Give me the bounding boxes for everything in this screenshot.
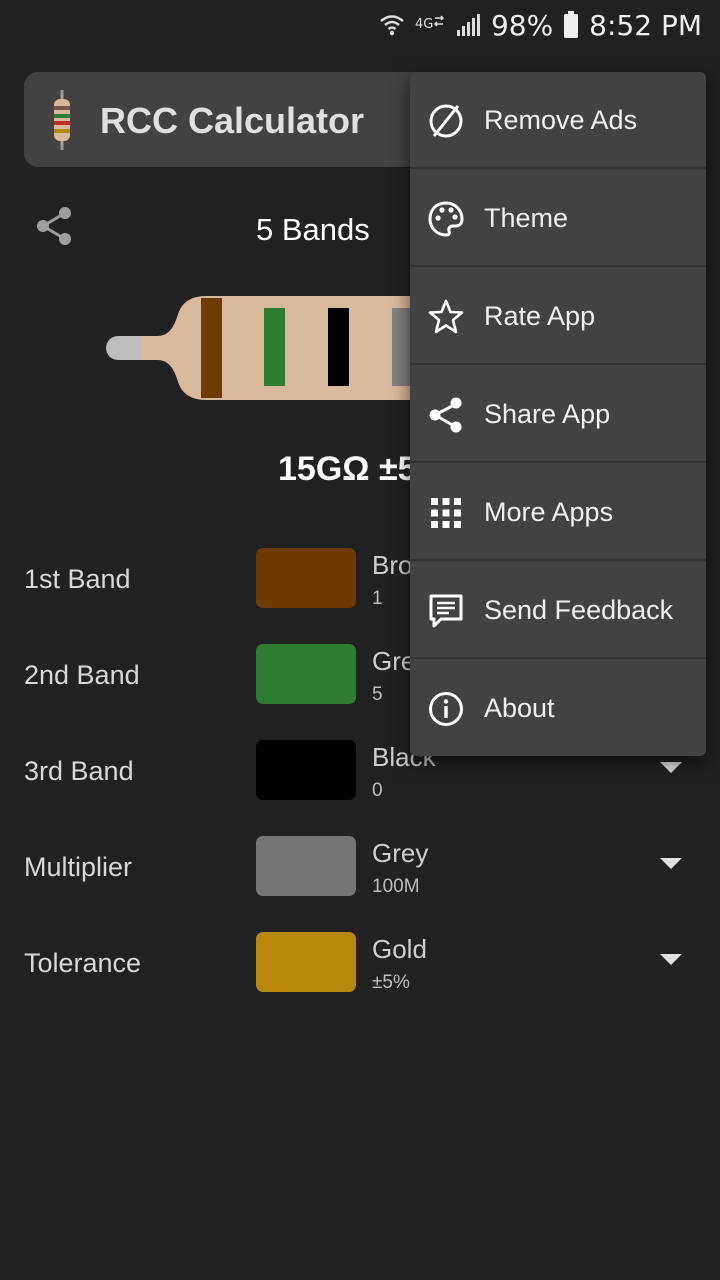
menu-item-share-app[interactable]: Share App — [410, 366, 706, 463]
menu-item-theme[interactable]: Theme — [410, 170, 706, 267]
resistor-band-2 — [264, 308, 285, 386]
band-row-label: Tolerance — [24, 948, 142, 978]
dropdown-arrow-icon[interactable] — [660, 762, 682, 773]
color-value: 5 — [372, 684, 383, 705]
clock: 8:52 PM — [589, 8, 702, 42]
band-row-label: Multiplier — [24, 852, 133, 882]
resistor-app-icon — [48, 90, 76, 150]
resistor-band-3 — [328, 308, 349, 386]
menu-item-label: Send Feedback — [484, 595, 674, 625]
dropdown-arrow-icon[interactable] — [660, 858, 682, 869]
battery-percent: 98% — [490, 8, 554, 42]
battery-icon — [563, 11, 579, 39]
share-icon[interactable] — [34, 204, 74, 248]
color-name: Gold — [372, 934, 427, 964]
resistor-band-1 — [201, 298, 222, 398]
share-icon — [427, 396, 465, 434]
band-row-multiplier[interactable]: Multiplier Grey 100M — [0, 836, 720, 906]
svg-text:4G: 4G — [415, 17, 433, 32]
color-swatch[interactable] — [256, 548, 356, 608]
palette-icon — [427, 200, 465, 238]
divider — [410, 559, 706, 561]
signal-icon — [455, 12, 481, 38]
status-bar: 4G 98% 8:52 PM — [0, 0, 720, 50]
info-icon — [427, 690, 465, 728]
band-row-label: 3rd Band — [24, 756, 134, 786]
band-row-label: 2nd Band — [24, 660, 140, 690]
menu-item-more-apps[interactable]: More Apps — [410, 464, 706, 561]
app-title: RCC Calculator — [100, 100, 365, 141]
menu-item-label: Remove Ads — [484, 105, 638, 135]
color-value: 1 — [372, 588, 383, 609]
menu-item-about[interactable]: About — [410, 660, 706, 756]
menu-item-label: More Apps — [484, 497, 614, 527]
color-swatch[interactable] — [256, 932, 356, 992]
color-name: Grey — [372, 838, 429, 868]
menu-item-label: Theme — [484, 203, 569, 233]
feedback-icon — [427, 592, 465, 630]
dropdown-arrow-icon[interactable] — [660, 954, 682, 965]
color-value: ±5% — [372, 972, 410, 993]
color-swatch[interactable] — [256, 836, 356, 896]
resistance-value: 15GΩ ±5 — [278, 450, 417, 488]
color-value: 100M — [372, 876, 420, 897]
menu-item-send-feedback[interactable]: Send Feedback — [410, 562, 706, 659]
divider — [410, 265, 706, 267]
4g-icon: 4G — [415, 14, 445, 36]
color-swatch[interactable] — [256, 644, 356, 704]
divider — [410, 167, 706, 169]
wifi-icon — [379, 12, 405, 38]
band-row-tolerance[interactable]: Tolerance Gold ±5% — [0, 932, 720, 1002]
divider — [410, 363, 706, 365]
overflow-menu: Remove Ads Theme Rate App Share App More… — [410, 72, 706, 756]
color-name: Gre — [372, 646, 416, 676]
grid-icon — [427, 494, 465, 532]
menu-item-rate-app[interactable]: Rate App — [410, 268, 706, 365]
color-name: Bro — [372, 550, 413, 580]
band-count-selector[interactable]: 5 Bands — [256, 212, 370, 248]
divider — [410, 657, 706, 659]
divider — [410, 461, 706, 463]
remove-ads-icon — [427, 102, 465, 140]
menu-item-label: About — [484, 693, 555, 723]
menu-item-label: Rate App — [484, 301, 596, 331]
star-icon — [427, 298, 465, 336]
color-swatch[interactable] — [256, 740, 356, 800]
color-value: 0 — [372, 780, 383, 801]
menu-item-label: Share App — [484, 399, 611, 429]
menu-item-remove-ads[interactable]: Remove Ads — [410, 72, 706, 169]
band-row-label: 1st Band — [24, 564, 131, 594]
